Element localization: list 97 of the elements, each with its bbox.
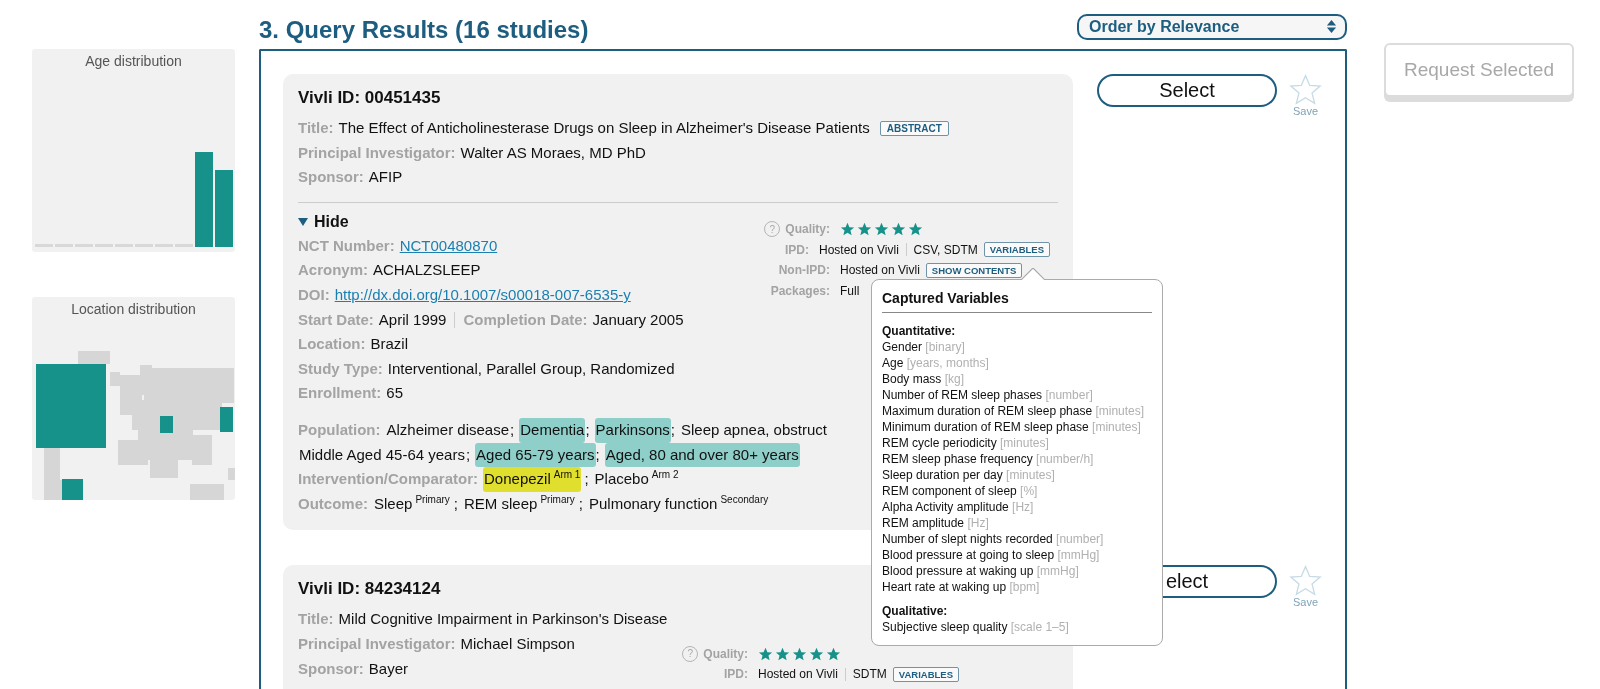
field-value: Michael Simpson [460,633,575,654]
variable-item: Subjective sleep quality [scale 1–5] [882,619,1070,635]
field-label: Completion Date: [463,309,588,330]
field-label: Study Type: [298,358,383,379]
term-text: Placebo $^{Arm 2}$ [593,468,680,490]
variable-item: Alpha Activity amplitude [Hz] [882,499,1035,515]
field-value: AFIP [368,167,403,188]
variable-item: Blood pressure at waking up [mmHg] [882,563,1080,579]
page-title: 3. Query Results (16 studies) [259,14,589,44]
term-text: Dementia [519,417,586,443]
meta-value: Hosted on Vivli [758,667,838,682]
field-label: Acronym: [298,260,368,281]
term-text: Sleep apnea, obstruct [680,419,828,440]
group-heading: Quantitative: [882,323,957,339]
popover-title: Captured Variables [882,286,1152,313]
field-value: The Effect of Anticholinesterase Drugs on Sleep in Alzheimer's Disease Patients [338,118,870,138]
term-text: REM sleep $^{Primary}$ [463,492,576,514]
term-text: Parkinsons [594,417,671,443]
separator: ; [453,493,458,514]
caret-icon [298,217,308,228]
field-label: Outcome: [298,493,368,514]
meta-label: Non-IPD: [778,263,830,278]
variable-item: REM component of sleep [%] [882,483,1039,499]
field-label: Intervention/Comparator: [298,469,478,490]
meta-label: IPD: [724,667,748,682]
separator: ; [465,444,471,465]
variable-item: REM sleep phase frequency [number/h] [882,451,1095,467]
variable-item: Heart rate at waking up [bpm] [882,579,1041,595]
variable-item: Gender [binary] [882,339,966,355]
field-value: Interventional, Parallel Group, Randomized [387,358,675,379]
term-text: Sleep $^{Primary}$ [373,492,451,514]
variable-item: Body mass [kg] [882,371,966,387]
field-value: April 1999 [378,309,447,330]
field-label: Location: [298,334,366,355]
separator: ; [578,493,583,514]
field-value: Bayer [368,658,409,679]
field-value: Mild Cognitive Impairment in Parkinson's Disease [338,609,668,630]
field-link[interactable]: NCT00480870 [399,233,498,259]
term-text: Aged 65-79 years [475,442,596,468]
field-value: Walter AS Moraes, MD PhD [460,142,646,163]
variable-item: Blood pressure at going to sleep [mmHg] [882,547,1101,563]
variables-button[interactable]: VARIABLES [983,242,1050,258]
field-value: January 2005 [592,309,684,330]
field-label: Start Date: [298,309,374,330]
meta-value: Full [840,283,860,298]
meta-value: Hosted on Vivli [840,263,920,278]
quality-label: Quality: [785,222,830,237]
variable-item: Maximum duration of REM sleep phase [minutes] [882,403,1146,419]
select-button[interactable]: Select [1097,74,1277,107]
field-label: Principal Investigator: [298,633,456,654]
field-label: Sponsor: [298,167,364,188]
order-dropdown[interactable]: Order by Relevance [1077,13,1347,40]
variable-item: Age [years, months] [882,355,990,371]
field-label: Population: [298,419,381,440]
meta-formats: SDTM [852,667,887,682]
field-link[interactable]: http://dx.doi.org/10.1007/s00018-007-6535-y [334,282,631,308]
group-heading: Qualitative: [882,603,949,619]
variable-item: REM amplitude [Hz] [882,515,990,531]
meta-label: IPD: [785,242,809,257]
quality-label: Quality: [703,646,748,661]
field-label: Title: [298,118,334,138]
variables-button[interactable]: VARIABLES [892,666,960,682]
variable-item: REM cycle periodicity [minutes] [882,435,1050,451]
term-text: Pulmonary function $^{Secondary}$ [588,492,770,514]
meta-formats: CSV, SDTM [913,242,978,257]
sort-arrows-icon [1326,19,1337,34]
separator: ; [595,444,600,465]
separator: ; [670,419,675,440]
field-label: Principal Investigator: [298,142,456,163]
hide-toggle[interactable]: Hide [298,210,349,234]
field-label: DOI: [298,284,330,305]
field-value: 65 [386,383,404,404]
field-value: Brazil [370,334,408,355]
variable-item: Number of slept nights recorded [number] [882,531,1105,547]
study-id: Vivli ID: 00451435 [298,88,441,108]
term-text: Middle Aged 45-64 years [298,444,466,465]
study-id: Vivli ID: 84234124 [298,579,441,600]
field-value: ACHALZSLEEP [373,260,481,281]
term-text: Alzheimer disease [385,419,511,440]
variable-item: Minimum duration of REM sleep phase [minutes] [882,419,1142,435]
variable-item: Sleep duration per day [minutes] [882,467,1056,483]
variable-item: Number of REM sleep phases [number] [882,387,1094,403]
abstract-button[interactable]: ABSTRACT [879,120,949,136]
field-label: NCT Number: [298,235,395,256]
term-text: Donepezil $^{Arm 1}$ [483,467,582,492]
field-label: Sponsor: [298,658,364,679]
panel-title: Location distribution [71,301,196,319]
separator: ; [585,419,590,440]
field-label: Title: [298,609,334,630]
separator: ; [510,419,515,440]
meta-value: Hosted on Vivli [819,242,899,257]
separator: ; [584,469,589,490]
panel-title: Age distribution [85,53,182,71]
meta-label: Packages: [770,283,830,298]
term-text: Aged, 80 and over 80+ years [604,442,800,468]
field-label: Enrollment: [298,383,382,404]
show-contents-button[interactable]: SHOW CONTENTS [925,262,1023,278]
